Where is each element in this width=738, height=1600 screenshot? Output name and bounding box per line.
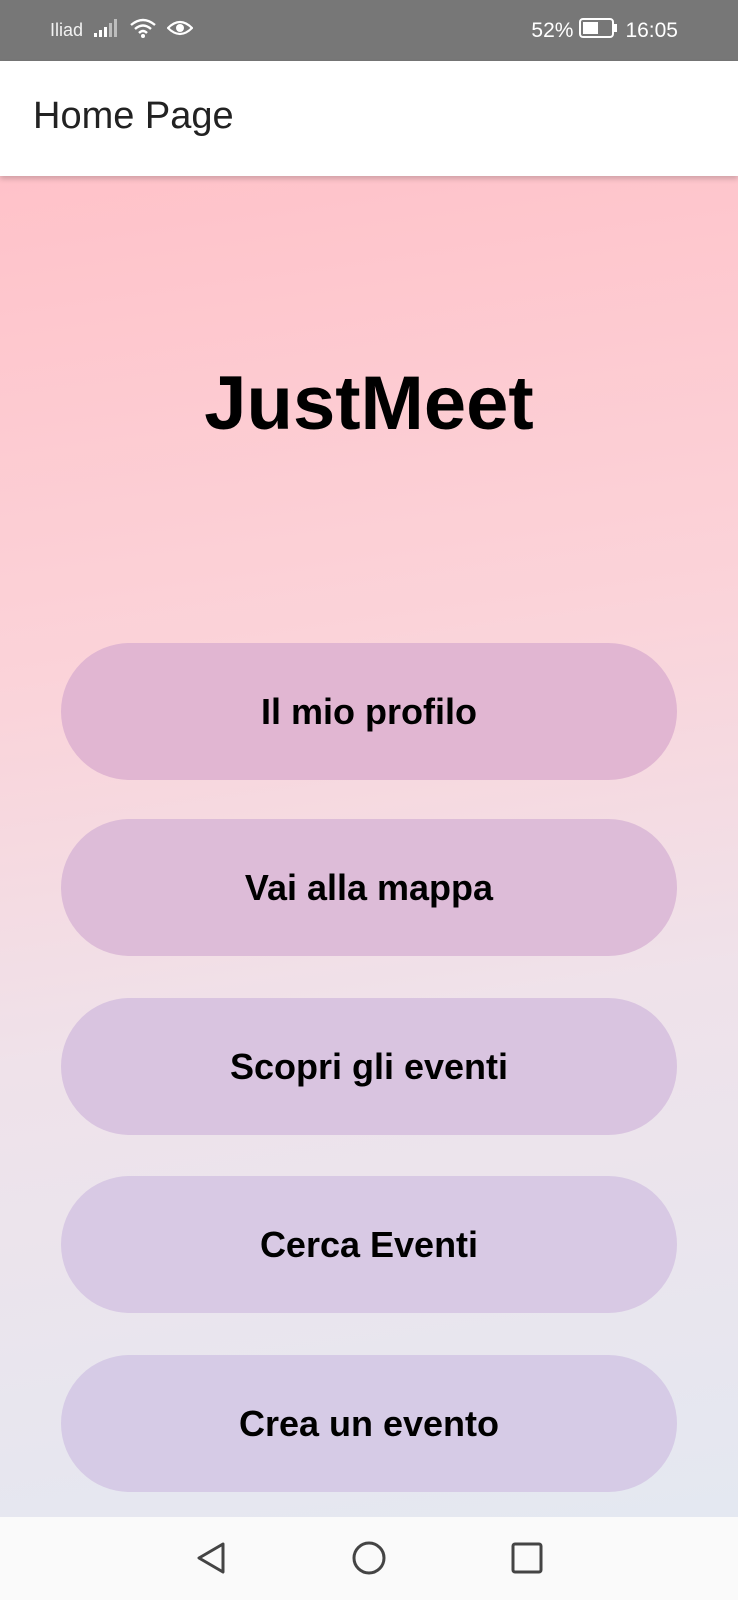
signal-icon [93, 18, 119, 43]
status-bar: Iliad 52% 16:05 [0, 0, 738, 61]
create-event-button[interactable]: Crea un evento [61, 1355, 677, 1492]
wifi-icon [129, 17, 157, 44]
status-left: Iliad [50, 0, 194, 61]
battery-icon [579, 17, 619, 44]
my-profile-button[interactable]: Il mio profilo [61, 643, 677, 780]
app-name-title: JustMeet [204, 361, 534, 446]
page-title: Home Page [33, 95, 234, 137]
recents-icon[interactable] [507, 1538, 547, 1578]
clock: 16:05 [625, 18, 678, 42]
home-icon[interactable] [349, 1538, 389, 1578]
discover-events-button[interactable]: Scopri gli eventi [61, 998, 677, 1135]
battery-percent: 52% [531, 18, 574, 42]
back-icon[interactable] [191, 1538, 231, 1578]
status-right: 52% 16:05 [531, 0, 678, 61]
app-bar: Home Page [0, 61, 738, 176]
navigation-bar [0, 1517, 738, 1600]
screen: Iliad 52% 16:05 Home Page JustMeet Il mi… [0, 0, 738, 1600]
home-content: JustMeet Il mio profilo Vai alla mappa S… [0, 176, 738, 1517]
eye-icon [166, 18, 194, 43]
go-to-map-button[interactable]: Vai alla mappa [61, 819, 677, 956]
search-events-button[interactable]: Cerca Eventi [61, 1176, 677, 1313]
carrier-label: Iliad [50, 20, 84, 40]
